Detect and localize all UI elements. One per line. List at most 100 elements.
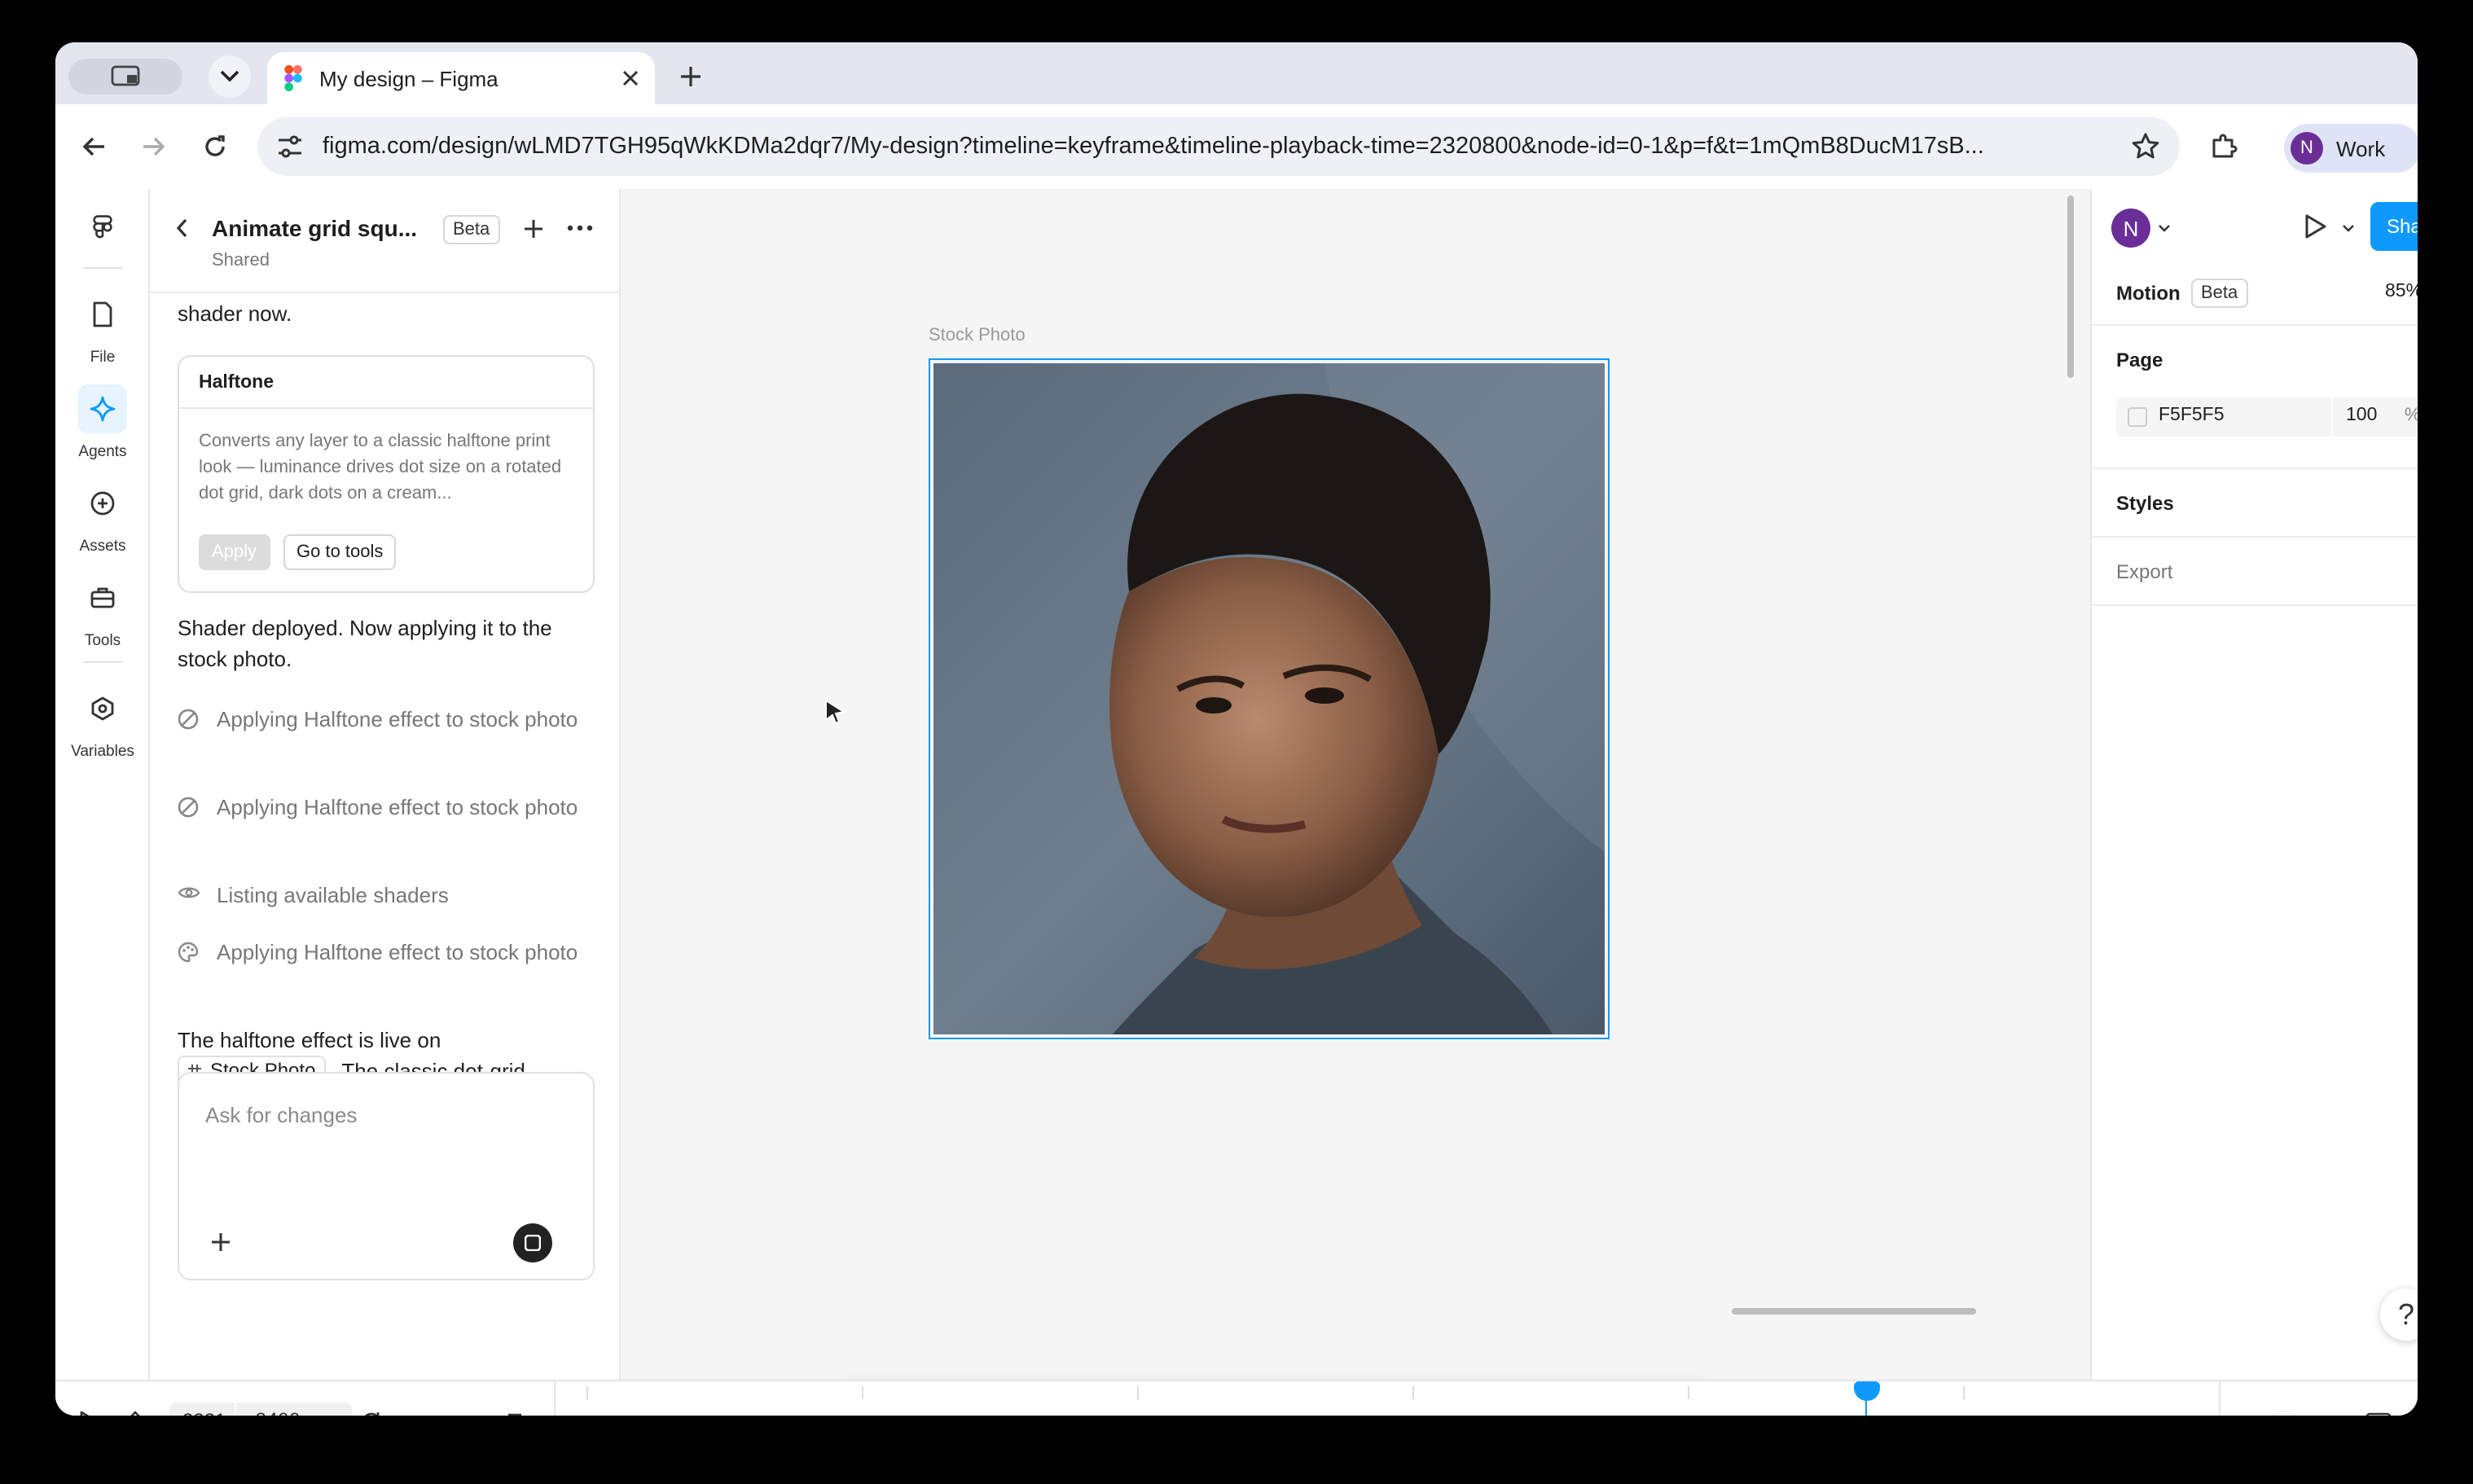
sparkle-icon <box>78 384 127 433</box>
browser-toolbar: figma.com/design/wLMD7TGH95qWkKDMa2dqr7/… <box>55 104 2418 189</box>
export-section: Export <box>2092 538 2418 606</box>
figma-app: File Agents Assets Tools Variables Anima… <box>55 189 2418 1416</box>
site-settings-icon[interactable] <box>277 135 303 158</box>
chat-header: Animate grid squ... Shared Beta <box>150 189 619 293</box>
design-canvas[interactable]: Stock Photo <box>621 189 2090 1380</box>
loop-icon[interactable] <box>358 1409 384 1416</box>
rail-label-assets: Assets <box>79 538 126 555</box>
chevron-down-icon <box>2159 224 2170 232</box>
variables-icon <box>78 684 127 733</box>
field-divider <box>235 1403 236 1416</box>
share-button[interactable]: Share <box>2370 202 2418 251</box>
extensions-button[interactable] <box>2204 127 2243 166</box>
rail-item-file[interactable]: File <box>55 290 150 367</box>
rail-item-agents[interactable]: Agents <box>55 384 150 461</box>
time-unit: ms <box>317 1409 343 1416</box>
zoom-level[interactable]: 85% <box>2385 282 2418 301</box>
tab-strip: My design – Figma <box>55 42 2418 104</box>
reload-icon <box>202 134 228 160</box>
window-icon <box>111 65 140 88</box>
tab-active[interactable]: My design – Figma <box>267 52 655 104</box>
play-icon[interactable] <box>78 1411 99 1416</box>
layout-panel-icon[interactable] <box>2365 1412 2392 1416</box>
help-button[interactable]: ? <box>2380 1289 2418 1341</box>
rail-item-assets[interactable]: Assets <box>55 479 150 555</box>
page-color-hex[interactable]: F5F5F5 <box>2159 406 2225 425</box>
tool-step: Listing available shaders <box>178 878 595 912</box>
go-to-tools-button[interactable]: Go to tools <box>283 534 397 570</box>
back-chevron-icon[interactable] <box>176 218 189 238</box>
tool-step: Applying Halftone effect to stock photo <box>178 935 595 969</box>
horizontal-scrollbar[interactable] <box>1732 1308 1976 1315</box>
back-button[interactable] <box>75 127 114 166</box>
duration-input[interactable]: 3400 <box>255 1410 300 1416</box>
attach-plus-icon[interactable] <box>210 1232 231 1253</box>
field-divider <box>2331 397 2333 437</box>
plus-circle-icon <box>78 479 127 528</box>
timeline-list-icon[interactable] <box>507 1412 529 1416</box>
multiplayer-avatar[interactable]: N <box>2111 209 2170 248</box>
frame-label[interactable]: Stock Photo <box>929 326 1026 345</box>
percent-label: % <box>2405 406 2418 425</box>
composer-placeholder: Ask for changes <box>205 1103 358 1127</box>
tick-mark <box>862 1386 863 1399</box>
chevron-down-icon[interactable] <box>2343 225 2354 233</box>
chat-subtitle: Shared <box>212 251 270 270</box>
page-opacity[interactable]: 100 <box>2346 406 2377 425</box>
close-icon[interactable] <box>622 70 639 86</box>
browser-window: My design – Figma figma.com/design/wLMD7… <box>55 42 2418 1416</box>
agent-chat-panel: Animate grid squ... Shared Beta shader n… <box>150 189 621 1380</box>
figma-menu-button[interactable] <box>55 215 150 244</box>
page-section: Page F5F5F5 100 % <box>2092 326 2418 469</box>
rail-label-tools: Tools <box>84 632 121 650</box>
portrait-image <box>933 363 1605 1034</box>
color-swatch[interactable] <box>2128 407 2147 427</box>
reload-button[interactable] <box>195 127 235 166</box>
page-color-field[interactable]: F5F5F5 100 % <box>2116 397 2418 437</box>
arrow-left-icon <box>81 134 108 160</box>
chat-composer[interactable]: Ask for changes <box>178 1072 595 1280</box>
plus-icon[interactable] <box>523 218 544 239</box>
present-button[interactable] <box>2302 213 2328 239</box>
page-label: Page <box>2116 349 2163 371</box>
tab-search-button[interactable] <box>209 55 251 98</box>
keyframe-icon[interactable] <box>124 1411 147 1416</box>
profile-name: Work <box>2336 136 2386 160</box>
timeline-ruler[interactable]: 0 500 1000 1500 2000 2500 <box>554 1381 2220 1416</box>
beta-badge: Beta <box>443 215 500 244</box>
tool-step: Applying Halftone effect to stock photo <box>178 790 595 824</box>
tick-mark <box>1963 1386 1965 1399</box>
tick-mark <box>586 1386 588 1399</box>
new-tab-button[interactable] <box>671 57 710 96</box>
stop-icon <box>525 1235 541 1251</box>
rail-label-variables: Variables <box>71 743 134 761</box>
cursor-arrow-icon <box>824 699 847 725</box>
rail-item-tools[interactable]: Tools <box>55 573 150 650</box>
play-icon <box>2302 213 2328 239</box>
apply-button[interactable]: Apply <box>199 534 270 570</box>
motion-section: Motion Beta 85% <box>2092 264 2418 326</box>
forward-button[interactable] <box>134 127 173 166</box>
address-bar[interactable]: figma.com/design/wLMD7TGH95qWkKDMa2dqr7/… <box>257 117 2180 176</box>
stock-photo-frame[interactable] <box>929 358 1610 1039</box>
rail-divider <box>83 267 122 269</box>
palette-icon <box>178 935 217 969</box>
slider-thumb[interactable] <box>2273 1412 2295 1416</box>
profile-button[interactable]: N Work <box>2284 124 2418 173</box>
star-icon[interactable] <box>2131 132 2160 161</box>
rail-label-file: File <box>90 349 116 367</box>
properties-panel: N Share Motion Beta 85% <box>2090 189 2418 1380</box>
tab-title: My design – Figma <box>319 66 499 90</box>
more-options-icon[interactable] <box>567 225 593 231</box>
current-time-input[interactable]: 2321 <box>182 1409 226 1416</box>
rail-item-variables[interactable]: Variables <box>55 684 150 761</box>
motion-label: Motion <box>2116 282 2181 305</box>
time-fields: 2321 3400 ms <box>169 1403 352 1416</box>
tab-group-button[interactable] <box>68 59 182 94</box>
styles-section: Styles <box>2092 469 2418 538</box>
rail-label-agents: Agents <box>78 443 127 461</box>
tick-mark <box>1137 1386 1139 1399</box>
vertical-scrollbar[interactable] <box>2067 195 2074 378</box>
stop-button[interactable] <box>513 1223 552 1262</box>
shader-card-description: Converts any layer to a classic halftone… <box>199 432 562 503</box>
